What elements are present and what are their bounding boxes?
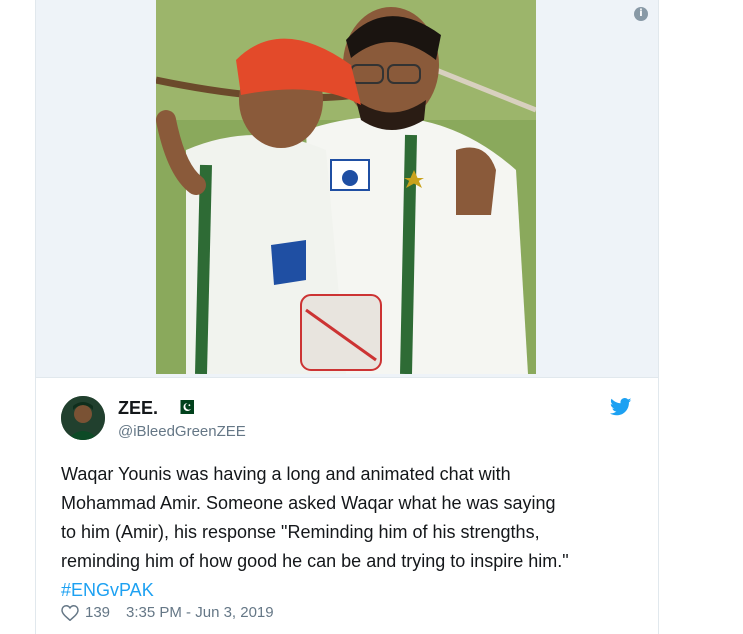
- info-icon[interactable]: i: [634, 7, 648, 21]
- tweet-media[interactable]: i: [36, 0, 658, 378]
- author-handle[interactable]: @iBleedGreenZEE: [118, 423, 246, 440]
- hashtag-link[interactable]: #ENGvPAK: [61, 576, 641, 605]
- tweet-photo[interactable]: [156, 0, 536, 374]
- twitter-bird-icon[interactable]: [610, 398, 632, 416]
- media-divider: [36, 377, 658, 378]
- avatar-image: [61, 396, 105, 440]
- tweet-text: Waqar Younis was having a long and anima…: [61, 460, 641, 605]
- author-name[interactable]: ZEE.: [118, 398, 158, 419]
- tweet-text-line: Mohammad Amir. Someone asked Waqar what …: [61, 493, 556, 513]
- pakistan-flag-icon: [176, 400, 194, 414]
- tweet-timestamp[interactable]: 3:35 PM - Jun 3, 2019: [126, 604, 274, 621]
- like-count[interactable]: 139: [85, 604, 110, 621]
- tweet-text-line: to him (Amir), his response "Reminding h…: [61, 522, 540, 542]
- tweet-footer: 139 3:35 PM - Jun 3, 2019: [61, 604, 274, 621]
- avatar[interactable]: [61, 396, 105, 440]
- cricket-photo-image: [156, 0, 536, 374]
- tweet-card: i ZEE. @iBleedGreenZEE Waqar Younis was …: [35, 0, 659, 634]
- tweet-text-line: reminding him of how good he can be and …: [61, 551, 569, 571]
- heart-icon[interactable]: [61, 604, 79, 621]
- tweet-text-line: Waqar Younis was having a long and anima…: [61, 464, 511, 484]
